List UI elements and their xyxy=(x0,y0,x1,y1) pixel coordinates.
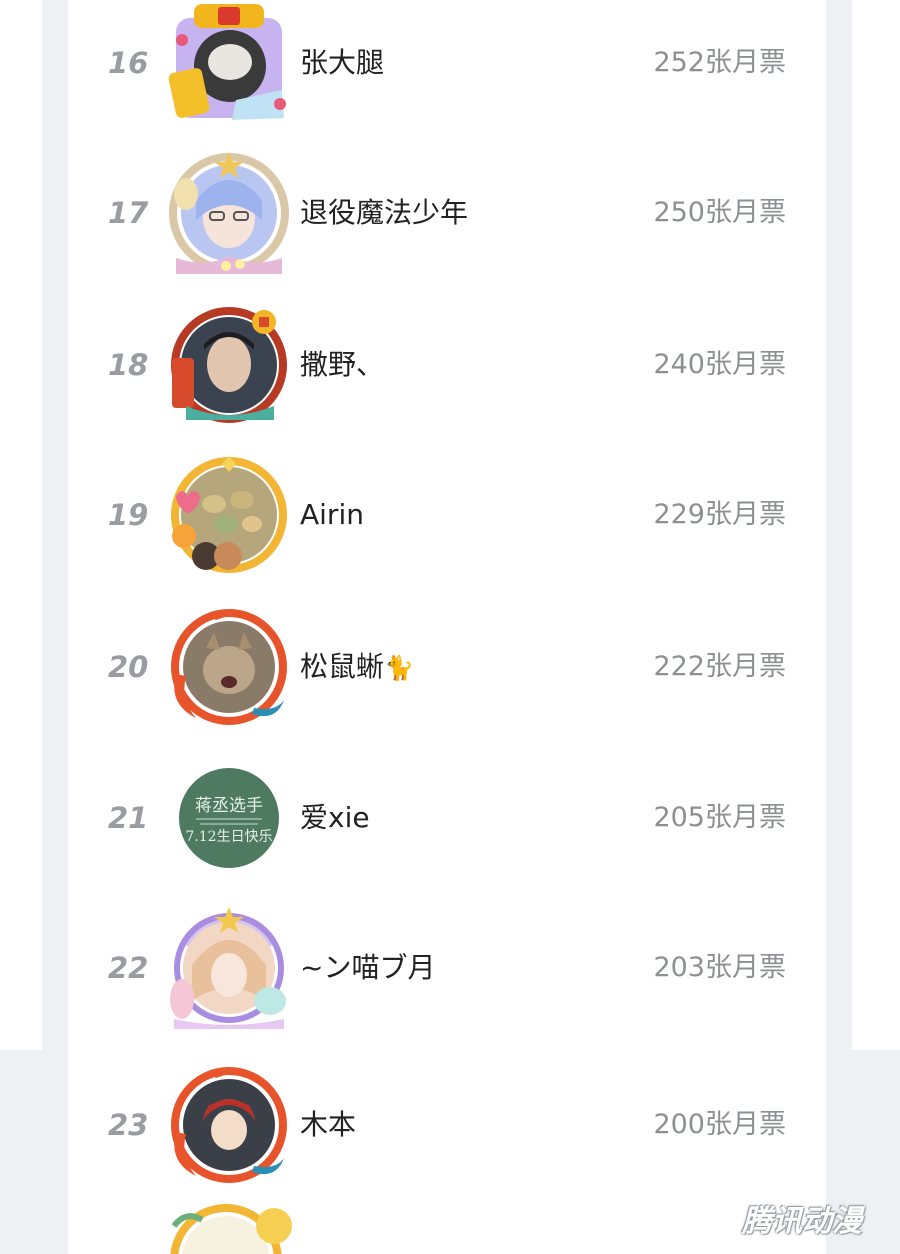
avatar-frame-heart-icon xyxy=(171,456,287,573)
avatar[interactable] xyxy=(166,1062,292,1188)
avatar-frame-gold-icon xyxy=(168,4,286,120)
ranking-row[interactable]: 23 木本 200张月票 xyxy=(68,1050,826,1200)
watermark-logo: 腾讯动漫 xyxy=(742,1204,862,1239)
avatar[interactable] xyxy=(166,0,292,126)
ranking-row[interactable]: 18 撒野、 240张月票 xyxy=(68,290,826,440)
username[interactable]: 撒野、 xyxy=(300,290,384,440)
vote-count: 205张月票 xyxy=(653,802,786,833)
avatar[interactable] xyxy=(166,150,292,276)
vote-count: 229张月票 xyxy=(653,499,786,530)
avatar-green-text-icon: 蒋丞选手 7.12生日快乐 xyxy=(179,768,279,868)
avatar-frame-flower-icon xyxy=(169,152,289,274)
avatar-frame-angel-icon xyxy=(170,907,286,1029)
ranking-list: 16 张大腿 252张月票 17 退役魔法少年 250张月票 18 撒野、 24… xyxy=(68,0,826,1254)
avatar-partial xyxy=(166,1200,296,1254)
ranking-row[interactable]: 17 退役魔法少年 250张月票 xyxy=(68,138,826,288)
username[interactable]: 张大腿 xyxy=(300,0,384,138)
vote-count: 252张月票 xyxy=(653,47,786,78)
avatar-frame-koi-icon xyxy=(171,1067,287,1183)
username[interactable]: 松鼠蜥🐈 xyxy=(300,592,414,742)
vote-count: 200张月票 xyxy=(653,1109,786,1140)
vote-count: 203张月票 xyxy=(653,952,786,983)
avatar-frame-sun-icon xyxy=(170,1204,292,1254)
avatar[interactable] xyxy=(166,452,292,578)
ranking-row[interactable]: 19 Airin 229张月票 xyxy=(68,440,826,590)
avatar-text-line2: 7.12生日快乐 xyxy=(185,829,272,845)
cat-emoji: 🐈 xyxy=(384,654,414,682)
vote-count: 250张月票 xyxy=(653,197,786,228)
vote-count: 222张月票 xyxy=(653,651,786,682)
username[interactable]: 退役魔法少年 xyxy=(300,138,468,288)
avatar-frame-red-icon xyxy=(171,307,287,423)
username[interactable]: ~ン喵ブ月 xyxy=(300,893,435,1043)
username[interactable]: 木本 xyxy=(300,1050,356,1200)
vote-count: 240张月票 xyxy=(653,349,786,380)
avatar-text-line1: 蒋丞选手 xyxy=(195,796,263,816)
username[interactable]: 爱xie xyxy=(300,743,370,893)
avatar[interactable] xyxy=(166,905,292,1031)
avatar-frame-koi-icon xyxy=(171,609,287,725)
ranking-row[interactable]: 16 张大腿 252张月票 xyxy=(68,0,826,138)
ranking-row[interactable]: 21 蒋丞选手 7.12生日快乐 爱xie 205张月票 xyxy=(68,743,826,893)
username[interactable]: Airin xyxy=(300,440,364,590)
avatar[interactable] xyxy=(166,302,292,428)
username-text: 松鼠蜥 xyxy=(300,650,385,683)
ranking-row[interactable]: 20 松鼠蜥🐈 222张月票 xyxy=(68,592,826,742)
avatar[interactable]: 蒋丞选手 7.12生日快乐 xyxy=(166,755,292,881)
avatar[interactable] xyxy=(166,604,292,730)
ranking-row[interactable]: 22 ~ン喵ブ月 203张月票 xyxy=(68,893,826,1043)
left-gutter-lower xyxy=(0,1050,68,1254)
